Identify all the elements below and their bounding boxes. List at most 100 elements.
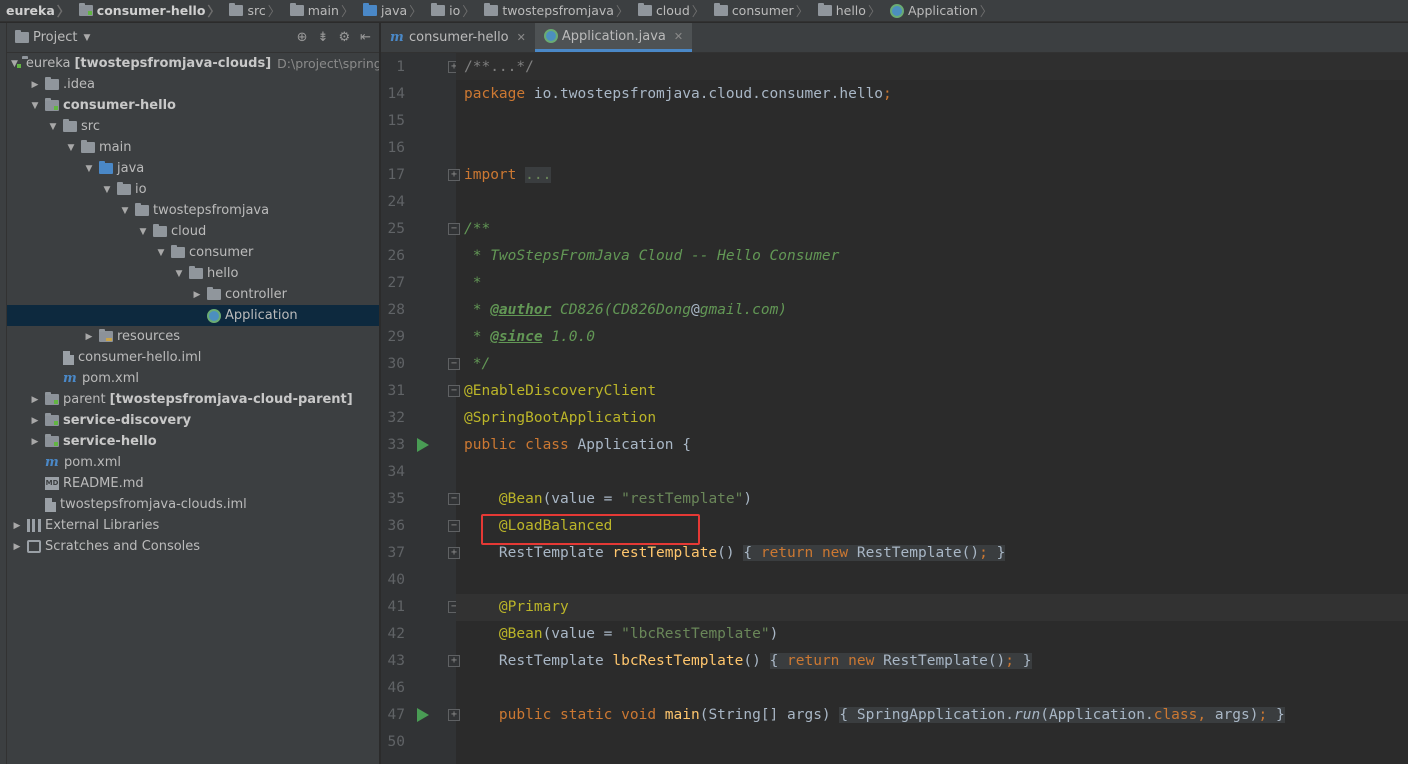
run-icon[interactable] xyxy=(417,708,429,722)
line-number: 33 xyxy=(387,437,405,453)
tree-item[interactable]: ▼ twostepsfromjava xyxy=(7,200,379,221)
expanded-arrow-icon[interactable]: ▼ xyxy=(119,206,131,216)
maven-icon: m xyxy=(390,30,404,45)
editor-tab[interactable]: Application.java ✕ xyxy=(534,23,693,52)
tree-item[interactable]: ▼ java xyxy=(7,158,379,179)
breadcrumb-item[interactable]: main 〉 xyxy=(284,0,357,21)
breadcrumb-item[interactable]: cloud 〉 xyxy=(632,0,708,21)
folder-icon xyxy=(229,3,244,16)
module-icon xyxy=(45,98,59,111)
tree-item[interactable]: consumer-hello.iml xyxy=(7,347,379,368)
tree-item[interactable]: ▼ eureka [twostepsfromjava-clouds] D:\proje… xyxy=(7,53,379,74)
editor-tab[interactable]: m consumer-hello ✕ xyxy=(381,23,535,52)
tree-item[interactable]: ▼ cloud xyxy=(7,221,379,242)
tree-item[interactable]: m pom.xml xyxy=(7,368,379,389)
left-tool-strip xyxy=(0,23,7,764)
close-icon[interactable]: ✕ xyxy=(674,30,683,43)
tree-item[interactable]: ▼ consumer xyxy=(7,242,379,263)
code-line[interactable]: @Bean(value = "lbcRestTemplate") xyxy=(464,621,778,648)
code-line[interactable]: @EnableDiscoveryClient xyxy=(464,378,656,405)
collapsed-arrow-icon[interactable]: ▶ xyxy=(29,395,41,405)
code-line[interactable]: public static void main(String[] args) {… xyxy=(464,702,1285,729)
tree-item[interactable]: twostepsfromjava-clouds.iml xyxy=(7,494,379,515)
code-line[interactable]: import ... xyxy=(464,162,552,189)
breadcrumb-item[interactable]: io 〉 xyxy=(425,0,478,21)
expanded-arrow-icon[interactable]: ▼ xyxy=(65,143,77,153)
expanded-arrow-icon[interactable]: ▼ xyxy=(47,122,59,132)
breadcrumb-item[interactable]: twostepsfromjava 〉 xyxy=(478,0,632,21)
code-line[interactable]: @Bean(value = "restTemplate") xyxy=(464,486,752,513)
tree-item[interactable]: Application xyxy=(7,305,379,326)
breadcrumb-item[interactable]: hello 〉 xyxy=(812,0,884,21)
expanded-arrow-icon[interactable]: ▼ xyxy=(137,227,149,237)
breadcrumb-item[interactable]: Application 〉 xyxy=(884,0,996,21)
breadcrumb-item[interactable]: java 〉 xyxy=(357,0,425,21)
collapsed-arrow-icon[interactable]: ▶ xyxy=(29,416,41,426)
code-line[interactable]: RestTemplate lbcRestTemplate() { return … xyxy=(464,648,1032,675)
collapsed-arrow-icon[interactable]: ▶ xyxy=(29,80,41,90)
collapsed-arrow-icon[interactable]: ▶ xyxy=(29,437,41,447)
line-number: 30 xyxy=(387,356,405,372)
breadcrumb-item[interactable]: consumer-hello 〉 xyxy=(73,0,224,21)
gear-icon[interactable]: ⚙ xyxy=(338,30,350,45)
code-line[interactable]: /** xyxy=(464,216,490,243)
breadcrumb-item[interactable]: consumer 〉 xyxy=(708,0,812,21)
chevron-right-icon: 〉 xyxy=(867,5,881,20)
close-icon[interactable]: ✕ xyxy=(517,31,526,44)
tree-item[interactable]: ▶ service-discovery xyxy=(7,410,379,431)
resources-folder-icon xyxy=(99,329,113,342)
code-area[interactable]: /**...*/package io.twostepsfromjava.clou… xyxy=(456,53,1408,764)
tree-item[interactable]: ▶ External Libraries xyxy=(7,515,379,536)
chevron-right-icon: 〉 xyxy=(462,5,476,20)
tree-item[interactable]: ▼ main xyxy=(7,137,379,158)
chevron-right-icon: 〉 xyxy=(795,5,809,20)
code-line[interactable]: * xyxy=(464,270,482,297)
code-line[interactable]: * @since 1.0.0 xyxy=(464,324,595,351)
breadcrumb-item[interactable]: src 〉 xyxy=(223,0,283,21)
expanded-arrow-icon[interactable]: ▼ xyxy=(29,101,41,111)
collapsed-arrow-icon[interactable]: ▶ xyxy=(11,542,23,552)
code-line[interactable]: /**...*/ xyxy=(464,54,534,81)
code-line[interactable]: */ xyxy=(464,351,490,378)
tree-item[interactable]: ▼ consumer-hello xyxy=(7,95,379,116)
line-number: 31 xyxy=(387,383,405,399)
code-line[interactable]: * @author CD826(CD826Dong@gmail.com) xyxy=(464,297,787,324)
tree-item[interactable]: ▶ resources xyxy=(7,326,379,347)
tree-item[interactable]: ▶ service-hello xyxy=(7,431,379,452)
project-panel-title[interactable]: Project xyxy=(33,30,77,45)
collapsed-arrow-icon[interactable]: ▶ xyxy=(11,521,23,531)
expanded-arrow-icon[interactable]: ▼ xyxy=(173,269,185,279)
chevron-right-icon: 〉 xyxy=(207,5,221,20)
code-editor[interactable]: 1 +14 15 16 17 +24 25−26 27 28 29 30−31−32 33 34 35−3… xyxy=(381,53,1408,764)
tree-item[interactable]: MD README.md xyxy=(7,473,379,494)
locate-icon[interactable]: ⊕ xyxy=(297,30,308,45)
collapse-icon[interactable]: ⇟ xyxy=(318,30,329,45)
code-line[interactable]: package io.twostepsfromjava.cloud.consum… xyxy=(464,81,892,108)
collapsed-arrow-icon[interactable]: ▶ xyxy=(83,332,95,342)
breadcrumb-item[interactable]: eureka 〉 xyxy=(0,0,73,21)
chevron-right-icon: 〉 xyxy=(615,5,629,20)
expanded-arrow-icon[interactable]: ▼ xyxy=(83,164,95,174)
tree-item[interactable]: m pom.xml xyxy=(7,452,379,473)
code-line[interactable]: @Primary xyxy=(464,594,569,621)
tree-item-label: consumer xyxy=(189,245,254,260)
code-line[interactable]: public class Application { xyxy=(464,432,691,459)
code-line[interactable]: @SpringBootApplication xyxy=(464,405,656,432)
collapsed-arrow-icon[interactable]: ▶ xyxy=(191,290,203,300)
tree-item[interactable]: ▼ src xyxy=(7,116,379,137)
tree-item[interactable]: ▶ parent [twostepsfromjava-cloud-parent] xyxy=(7,389,379,410)
current-line-highlight xyxy=(456,594,1408,621)
tree-item[interactable]: ▶ .idea xyxy=(7,74,379,95)
line-number: 25 xyxy=(387,221,405,237)
expanded-arrow-icon[interactable]: ▼ xyxy=(101,185,113,195)
hide-icon[interactable]: ⇤ xyxy=(360,30,371,45)
chevron-down-icon[interactable]: ▼ xyxy=(83,33,90,43)
tree-item[interactable]: ▶ Scratches and Consoles xyxy=(7,536,379,557)
tree-item[interactable]: ▼ io xyxy=(7,179,379,200)
chevron-right-icon: 〉 xyxy=(56,5,70,20)
expanded-arrow-icon[interactable]: ▼ xyxy=(155,248,167,258)
tree-item[interactable]: ▶ controller xyxy=(7,284,379,305)
run-icon[interactable] xyxy=(417,438,429,452)
code-line[interactable]: * TwoStepsFromJava Cloud -- Hello Consum… xyxy=(464,243,840,270)
tree-item[interactable]: ▼ hello xyxy=(7,263,379,284)
